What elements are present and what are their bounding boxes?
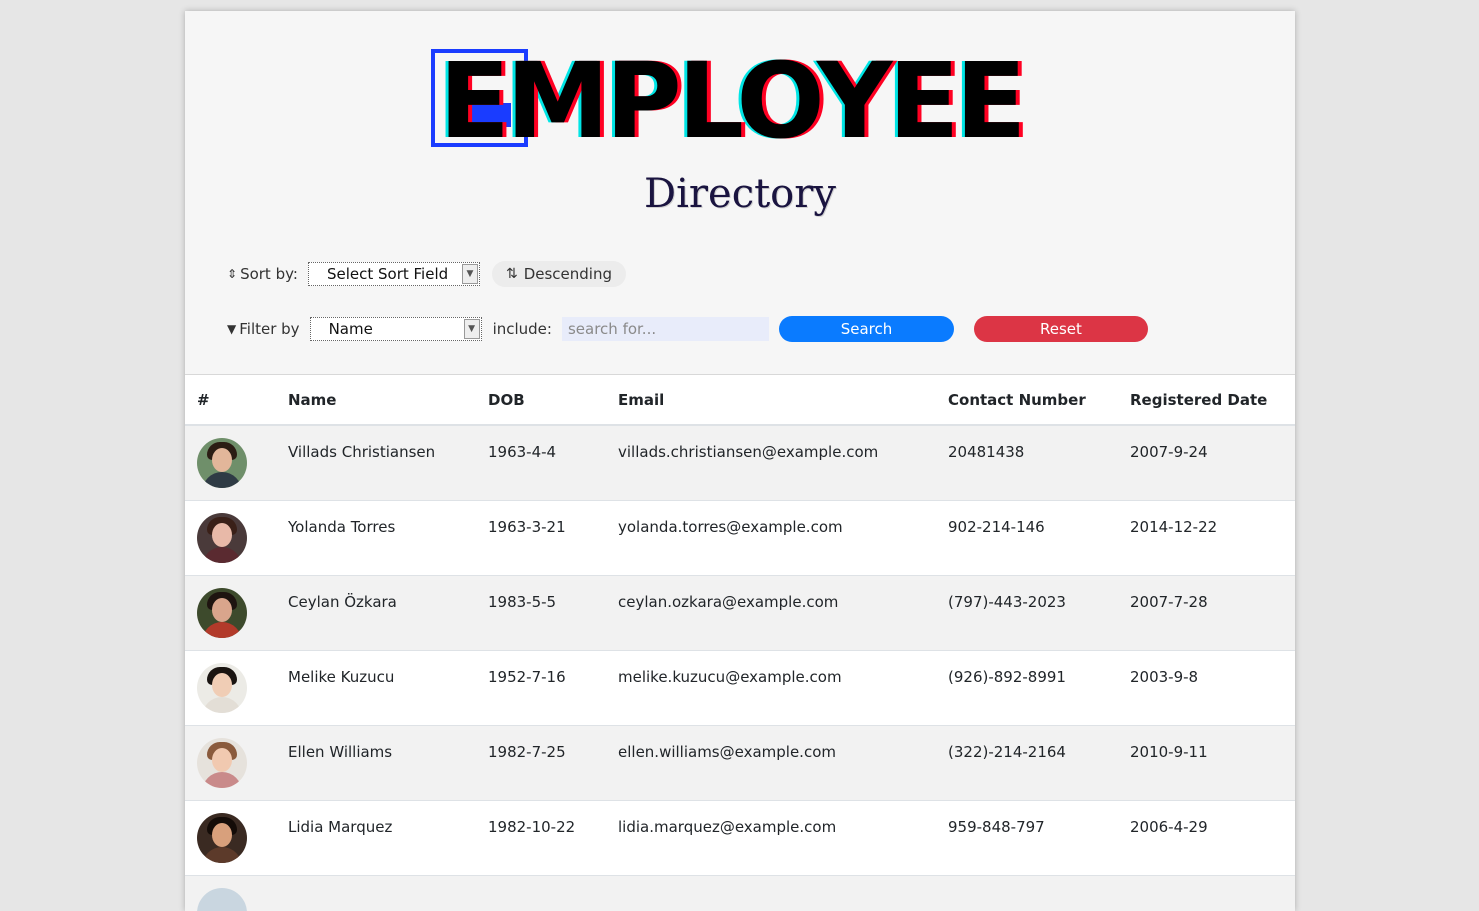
employee-email: ellen.williams@example.com: [606, 725, 936, 800]
employee-phone: (322)-214-2164: [936, 725, 1118, 800]
avatar: [197, 588, 247, 638]
sort-order-icon: ⇅: [506, 266, 518, 282]
column-header-contact[interactable]: Contact Number: [936, 375, 1118, 425]
employee-table: # Name DOB Email Contact Number Register…: [185, 375, 1295, 911]
employee-dob: 1952-7-16: [476, 650, 606, 725]
sort-label: ⇕ Sort by:: [227, 265, 298, 283]
column-header-dob[interactable]: DOB: [476, 375, 606, 425]
avatar-cell: [185, 875, 276, 911]
column-header-index[interactable]: #: [185, 375, 276, 425]
filter-field-select[interactable]: Name ▼: [310, 317, 482, 341]
avatar: [197, 438, 247, 488]
avatar-cell: [185, 500, 276, 575]
employee-phone: (797)-443-2023: [936, 575, 1118, 650]
employee-name: Villads Christiansen: [276, 425, 476, 500]
reset-button[interactable]: Reset: [974, 316, 1148, 342]
logo-text: EMPLOYEE: [439, 41, 1022, 161]
employee-logo: EMPLOYEE: [431, 49, 1051, 153]
sort-order-button[interactable]: ⇅ Descending: [492, 261, 626, 287]
avatar-cell: [185, 800, 276, 875]
employee-email: yolanda.torres@example.com: [606, 500, 936, 575]
directory-card: EMPLOYEE Directory ⇕ Sort by: Select Sor…: [185, 11, 1295, 911]
chevron-down-icon: ▼: [464, 319, 480, 339]
employee-name: Lidia Marquez: [276, 800, 476, 875]
employee-registered: 2003-9-8: [1118, 650, 1295, 725]
avatar-cell: [185, 650, 276, 725]
employee-registered: 2007-7-28: [1118, 575, 1295, 650]
employee-phone: 20481438: [936, 425, 1118, 500]
employee-email: ceylan.ozkara@example.com: [606, 575, 936, 650]
avatar: [197, 888, 247, 911]
table-row[interactable]: Yolanda Torres 1963-3-21 yolanda.torres@…: [185, 500, 1295, 575]
avatar: [197, 738, 247, 788]
filter-icon: ▼: [227, 322, 236, 336]
employee-registered: 2006-4-29: [1118, 800, 1295, 875]
avatar: [197, 663, 247, 713]
sort-icon: ⇕: [227, 267, 237, 281]
column-header-registered[interactable]: Registered Date: [1118, 375, 1295, 425]
search-input[interactable]: [562, 317, 769, 341]
employee-phone: (926)-892-8991: [936, 650, 1118, 725]
page-subtitle: Directory: [185, 171, 1295, 217]
employee-dob: 1982-7-25: [476, 725, 606, 800]
employee-email: villads.christiansen@example.com: [606, 425, 936, 500]
employee-phone: 959-848-797: [936, 800, 1118, 875]
employee-phone: 902-214-146: [936, 500, 1118, 575]
employee-registered: 2014-12-22: [1118, 500, 1295, 575]
sort-controls: ⇕ Sort by: Select Sort Field ▼ ⇅ Descend…: [227, 261, 626, 287]
avatar-cell: [185, 725, 276, 800]
search-button[interactable]: Search: [779, 316, 954, 342]
employee-email: melike.kuzucu@example.com: [606, 650, 936, 725]
sort-field-select[interactable]: Select Sort Field ▼: [308, 262, 480, 286]
avatar-cell: [185, 575, 276, 650]
avatar: [197, 513, 247, 563]
employee-registered: 2010-9-11: [1118, 725, 1295, 800]
table-row[interactable]: Ceylan Özkara 1983-5-5 ceylan.ozkara@exa…: [185, 575, 1295, 650]
table-row[interactable]: Lidia Marquez 1982-10-22 lidia.marquez@e…: [185, 800, 1295, 875]
employee-name: Ceylan Özkara: [276, 575, 476, 650]
employee-registered: 2007-9-24: [1118, 425, 1295, 500]
filter-label: ▼ Filter by: [227, 320, 300, 338]
page-header: EMPLOYEE Directory ⇕ Sort by: Select Sor…: [185, 11, 1295, 375]
employee-email: lidia.marquez@example.com: [606, 800, 936, 875]
table-row[interactable]: Ellen Williams 1982-7-25 ellen.williams@…: [185, 725, 1295, 800]
filter-controls: ▼ Filter by Name ▼ include: Search Reset: [227, 316, 1148, 342]
employee-name: Yolanda Torres: [276, 500, 476, 575]
employee-dob: 1983-5-5: [476, 575, 606, 650]
table-header-row: # Name DOB Email Contact Number Register…: [185, 375, 1295, 425]
column-header-email[interactable]: Email: [606, 375, 936, 425]
chevron-down-icon: ▼: [462, 264, 478, 284]
table-row[interactable]: Villads Christiansen 1963-4-4 villads.ch…: [185, 425, 1295, 500]
table-row[interactable]: [185, 875, 1295, 911]
column-header-name[interactable]: Name: [276, 375, 476, 425]
avatar-cell: [185, 425, 276, 500]
employee-name: Ellen Williams: [276, 725, 476, 800]
include-label: include:: [493, 320, 552, 338]
employee-dob: 1963-4-4: [476, 425, 606, 500]
employee-dob: 1982-10-22: [476, 800, 606, 875]
avatar: [197, 813, 247, 863]
employee-name: Melike Kuzucu: [276, 650, 476, 725]
table-row[interactable]: Melike Kuzucu 1952-7-16 melike.kuzucu@ex…: [185, 650, 1295, 725]
employee-dob: 1963-3-21: [476, 500, 606, 575]
